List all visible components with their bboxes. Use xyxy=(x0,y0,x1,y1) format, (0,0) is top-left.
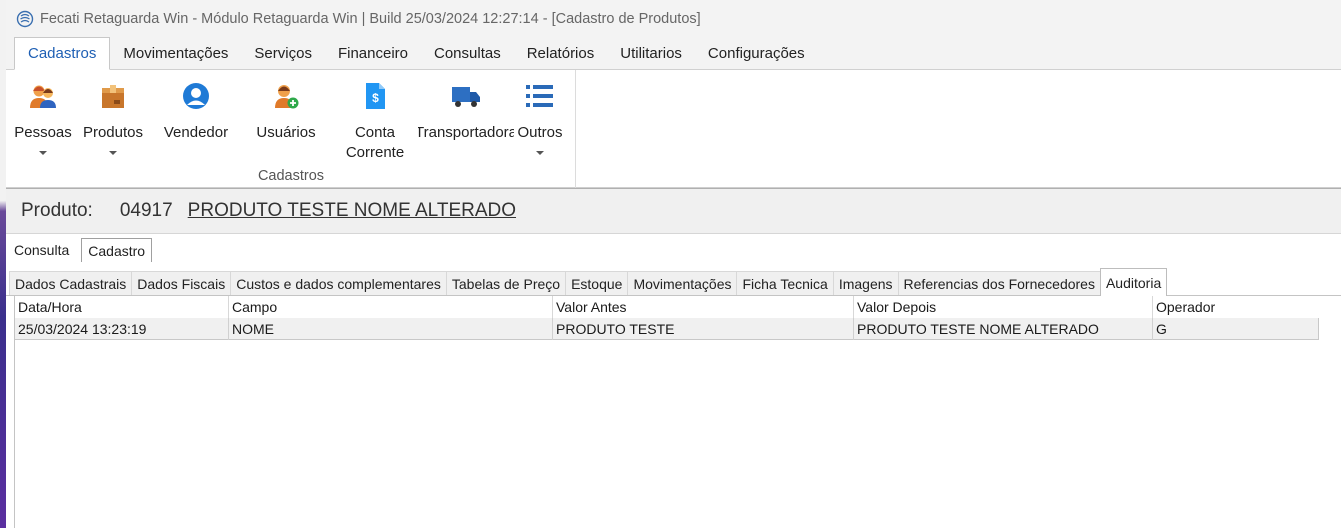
cell-valor-depois: PRODUTO TESTE NOME ALTERADO xyxy=(854,317,1153,340)
cell-valor-antes: PRODUTO TESTE xyxy=(553,317,854,340)
ribbon-group-cadastros: Pessoas Produtos Vendedor Usuários $ Con… xyxy=(6,70,576,188)
title-bar: Fecati Retaguarda Win - Módulo Retaguard… xyxy=(6,0,1341,38)
tab-financeiro[interactable]: Financeiro xyxy=(325,37,421,69)
dollar-document-icon: $ xyxy=(359,80,391,112)
tab-relatorios[interactable]: Relatórios xyxy=(514,37,608,69)
chevron-down-icon xyxy=(39,151,47,155)
tab-tabelas-de-preco[interactable]: Tabelas de Preço xyxy=(445,271,567,295)
produtos-label: Produtos xyxy=(82,124,144,141)
vendedor-label: Vendedor xyxy=(163,124,229,141)
column-header-operador[interactable]: Operador xyxy=(1153,296,1317,318)
tab-estoque[interactable]: Estoque xyxy=(565,271,629,295)
column-header-data-hora[interactable]: Data/Hora xyxy=(15,296,229,318)
audit-grid: Data/Hora Campo Valor Antes Valor Depois… xyxy=(14,296,1320,528)
tab-cadastro[interactable]: Cadastro xyxy=(81,238,153,262)
tab-auditoria[interactable]: Auditoria xyxy=(1099,268,1168,296)
tab-dados-fiscais[interactable]: Dados Fiscais xyxy=(131,271,232,295)
column-header-valor-depois[interactable]: Valor Depois xyxy=(854,296,1153,318)
tab-consultas[interactable]: Consultas xyxy=(421,37,514,69)
produto-label: Produto: xyxy=(21,200,93,221)
produto-code: 04917 xyxy=(119,200,173,221)
transportadora-label: Transportadora xyxy=(418,124,514,141)
tab-configuracoes[interactable]: Configurações xyxy=(695,37,818,69)
tab-ficha-tecnica[interactable]: Ficha Tecnica xyxy=(736,271,834,295)
cell-operador: G xyxy=(1156,320,1167,337)
conta-label-line2: Corrente xyxy=(345,144,405,161)
ribbon-group-label: Cadastros xyxy=(257,168,325,184)
produto-header: Produto: 04917 PRODUTO TESTE NOME ALTERA… xyxy=(6,188,1341,234)
tab-custos-dados-complementares[interactable]: Custos e dados complementares xyxy=(230,271,447,295)
tab-referencias-fornecedores[interactable]: Referencias dos Fornecedores xyxy=(897,271,1101,295)
tab-imagens[interactable]: Imagens xyxy=(832,271,899,295)
tab-utilitarios[interactable]: Utilitarios xyxy=(607,37,695,69)
table-row[interactable]: 25/03/2024 13:23:19 NOME PRODUTO TESTE P… xyxy=(15,317,1319,340)
ribbon-panel: Pessoas Produtos Vendedor Usuários $ Con… xyxy=(6,70,1341,188)
window-title: Fecati Retaguarda Win - Módulo Retaguard… xyxy=(40,11,701,27)
user-add-icon xyxy=(270,80,302,112)
tab-dados-cadastrais[interactable]: Dados Cadastrais xyxy=(9,271,133,295)
produto-name: PRODUTO TESTE NOME ALTERADO xyxy=(187,200,517,221)
user-circle-icon xyxy=(180,80,212,112)
tab-cadastros[interactable]: Cadastros xyxy=(14,37,111,70)
box-icon xyxy=(97,80,129,112)
cadastro-page-tabs: Dados Cadastrais Dados Fiscais Custos e … xyxy=(6,264,1341,296)
list-icon xyxy=(524,80,556,112)
chevron-down-icon xyxy=(109,151,117,155)
tab-servicos[interactable]: Serviços xyxy=(241,37,325,69)
truck-icon xyxy=(450,80,482,112)
app-logo-icon xyxy=(16,10,34,28)
conta-corrente-label: Conta Corrente xyxy=(346,123,404,163)
column-header-valor-antes[interactable]: Valor Antes xyxy=(553,296,854,318)
ribbon-menu-tabs: Cadastros Movimentações Serviços Finance… xyxy=(6,37,1341,70)
outros-button[interactable]: Outros xyxy=(512,70,568,166)
transportadora-button[interactable]: Transportadora xyxy=(418,70,514,166)
people-icon xyxy=(27,80,59,112)
column-header-campo[interactable]: Campo xyxy=(229,296,553,318)
grid-header-row: Data/Hora Campo Valor Antes Valor Depois… xyxy=(15,296,1320,318)
tab-movimentacoes[interactable]: Movimentações xyxy=(110,37,241,69)
cell-campo: NOME xyxy=(229,317,553,340)
outros-label: Outros xyxy=(517,124,563,141)
conta-label-line1: Conta xyxy=(354,124,395,141)
view-mode-tabs: Consulta Cadastro xyxy=(6,234,1341,262)
app-window: Fecati Retaguarda Win - Módulo Retaguard… xyxy=(6,0,1341,528)
tab-consulta[interactable]: Consulta xyxy=(8,238,75,262)
chevron-down-icon xyxy=(536,151,544,155)
tab-movimentacoes-produto[interactable]: Movimentações xyxy=(627,271,738,295)
conta-corrente-button[interactable]: $ Conta Corrente xyxy=(340,70,410,166)
cell-data-hora: 25/03/2024 13:23:19 xyxy=(15,317,229,340)
usuarios-label: Usuários xyxy=(256,124,316,141)
usuarios-button[interactable]: Usuários xyxy=(252,70,320,166)
pessoas-label: Pessoas xyxy=(14,124,72,141)
vendedor-button[interactable]: Vendedor xyxy=(158,70,234,166)
svg-text:$: $ xyxy=(372,91,379,105)
pessoas-button[interactable]: Pessoas xyxy=(14,70,72,166)
produtos-button[interactable]: Produtos xyxy=(80,70,146,166)
